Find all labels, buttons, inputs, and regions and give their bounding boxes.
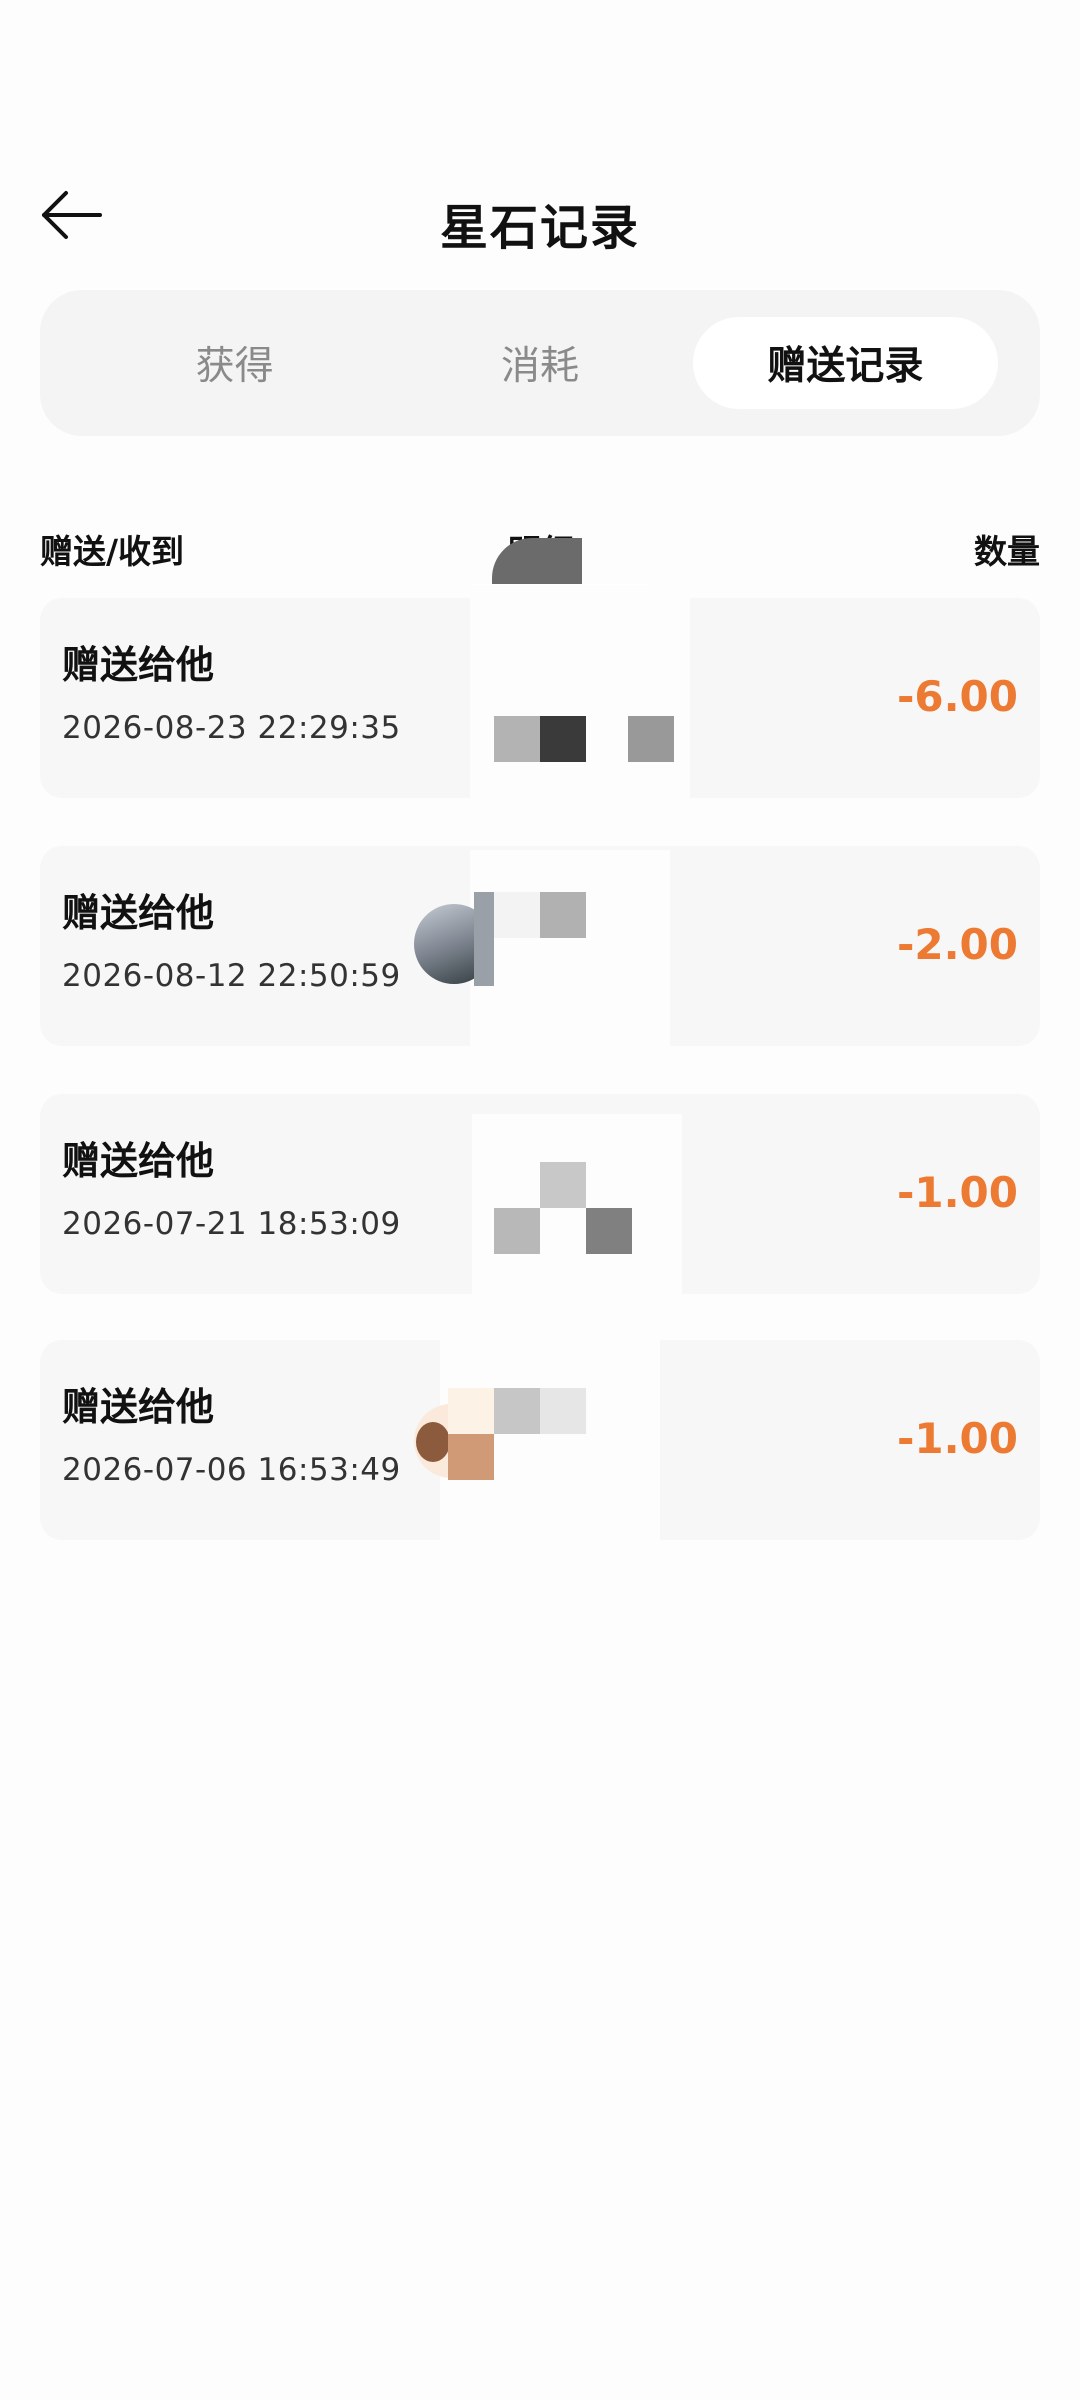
pixel-block	[494, 716, 540, 762]
tab-earned[interactable]: 获得	[82, 317, 387, 409]
app-header: 星石记录	[0, 150, 1080, 280]
record-time: 2026-08-23 22:29:35	[62, 710, 401, 746]
masked-area	[470, 585, 690, 805]
record-amount: -1.00	[896, 1168, 1018, 1217]
record-amount: -1.00	[896, 1414, 1018, 1463]
pixel-block	[494, 1208, 540, 1254]
pixel-block	[540, 1162, 586, 1208]
avatar-face	[416, 1422, 450, 1462]
tab-bar: 获得 消耗 赠送记录	[40, 290, 1040, 436]
masked-area	[492, 538, 582, 584]
record-time: 2026-07-06 16:53:49	[62, 1452, 401, 1488]
tab-consumed[interactable]: 消耗	[387, 317, 692, 409]
pixel-block	[540, 716, 586, 762]
record-title: 赠送给他	[62, 891, 215, 935]
pixel-block	[448, 1434, 494, 1480]
record-amount: -2.00	[896, 920, 1018, 969]
record-time: 2026-07-21 18:53:09	[62, 1206, 401, 1242]
record-title: 赠送给他	[62, 1385, 215, 1429]
page-title: 星石记录	[439, 200, 640, 256]
masked-area	[470, 850, 670, 1115]
record-time: 2026-08-12 22:50:59	[62, 958, 401, 994]
pixel-block	[494, 892, 540, 938]
record-title: 赠送给他	[62, 1139, 215, 1183]
pixel-block	[448, 1388, 494, 1434]
tab-gift-records[interactable]: 赠送记录	[692, 317, 998, 409]
pixel-block	[540, 1388, 586, 1434]
page: 星石记录 获得 消耗 赠送记录 赠送/收到 明细 数量 赠送给他 2026-08…	[0, 0, 1080, 2400]
pixel-block	[628, 716, 674, 762]
pixel-block	[540, 892, 586, 938]
pixel-block	[494, 1388, 540, 1434]
record-amount: -6.00	[896, 672, 1018, 721]
column-header-direction: 赠送/收到	[40, 532, 185, 571]
pixel-block	[474, 892, 494, 986]
column-header-amount: 数量	[974, 532, 1040, 571]
record-title: 赠送给他	[62, 643, 215, 687]
pixel-block	[586, 1208, 632, 1254]
